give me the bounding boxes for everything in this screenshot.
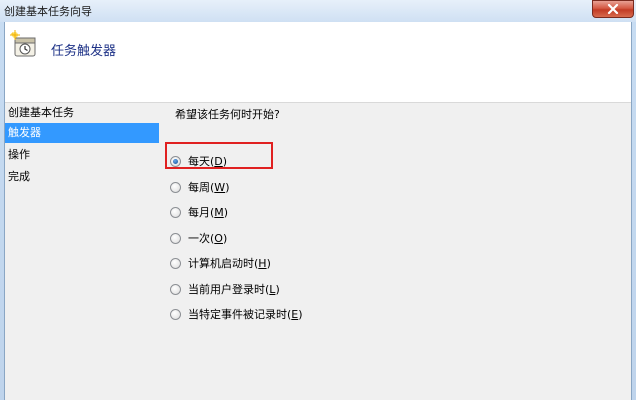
nav-item-label: 触发器	[8, 126, 41, 139]
option-text: 计算机启动时	[188, 257, 254, 270]
nav-item-label: 创建基本任务	[8, 106, 74, 119]
radio-button[interactable]	[170, 283, 181, 295]
access-key: M	[214, 206, 224, 219]
radio-weekly[interactable]: 每周(W)	[170, 179, 229, 195]
radio-monthly[interactable]: 每月(M)	[170, 204, 228, 220]
option-text: 当前用户登录时	[188, 283, 265, 296]
radio-label-startup: 计算机启动时(H)	[188, 257, 271, 270]
radio-at-startup[interactable]: 计算机启动时(H)	[170, 255, 271, 271]
radio-on-event[interactable]: 当特定事件被记录时(E)	[170, 306, 303, 322]
option-text: 每月	[188, 206, 210, 219]
radio-button[interactable]	[170, 206, 181, 218]
radio-button[interactable]	[170, 308, 181, 320]
page-title: 任务触发器	[51, 44, 117, 59]
nav-item-trigger[interactable]: 触发器	[5, 123, 159, 143]
access-key: E	[291, 308, 299, 321]
option-text: 当特定事件被记录时	[188, 308, 287, 321]
highlight-annotation-box	[165, 142, 273, 169]
close-button[interactable]	[592, 0, 634, 18]
radio-button[interactable]	[170, 257, 181, 269]
nav-item-action[interactable]: 操作	[5, 145, 159, 165]
radio-label-logon: 当前用户登录时(L)	[188, 283, 280, 296]
radio-at-logon[interactable]: 当前用户登录时(L)	[170, 281, 280, 297]
radio-button[interactable]	[170, 181, 181, 193]
access-key: O	[214, 232, 223, 245]
radio-label-once: 一次(O)	[188, 232, 228, 245]
nav-item-finish[interactable]: 完成	[5, 167, 159, 187]
access-key: L	[269, 283, 276, 296]
nav-item-label: 操作	[8, 148, 30, 161]
radio-button[interactable]	[170, 232, 181, 244]
option-text: 一次	[188, 232, 210, 245]
access-key: W	[214, 181, 226, 194]
title-bar[interactable]: 创建基本任务向导	[0, 0, 636, 22]
radio-label-event: 当特定事件被记录时(E)	[188, 308, 303, 321]
window-title: 创建基本任务向导	[4, 5, 92, 18]
nav-item-label: 完成	[8, 170, 30, 183]
trigger-options-panel: 希望该任务何时开始? 每天(D) 每周(W) 每月(M) 一次(O) 计算机启动…	[159, 103, 631, 400]
wizard-client-area: 任务触发器 创建基本任务 触发器 操作 完成 希望该任务何时开始? 每天(D)	[4, 22, 632, 400]
task-wizard-icon	[10, 30, 36, 57]
radio-label-weekly: 每周(W)	[188, 181, 230, 194]
close-icon	[607, 4, 619, 14]
nav-item-create-basic-task[interactable]: 创建基本任务	[5, 103, 159, 123]
wizard-header: 任务触发器	[5, 22, 631, 103]
access-key: H	[258, 257, 267, 270]
radio-once[interactable]: 一次(O)	[170, 230, 227, 246]
trigger-question: 希望该任务何时开始?	[175, 108, 280, 121]
wizard-window: 创建基本任务向导 任务触发器 创建基本任务 触发器 操作 完成 希望该任务何时开…	[0, 0, 636, 400]
option-text: 每周	[188, 181, 210, 194]
wizard-step-nav: 创建基本任务 触发器 操作 完成	[5, 103, 159, 400]
radio-label-monthly: 每月(M)	[188, 206, 229, 219]
